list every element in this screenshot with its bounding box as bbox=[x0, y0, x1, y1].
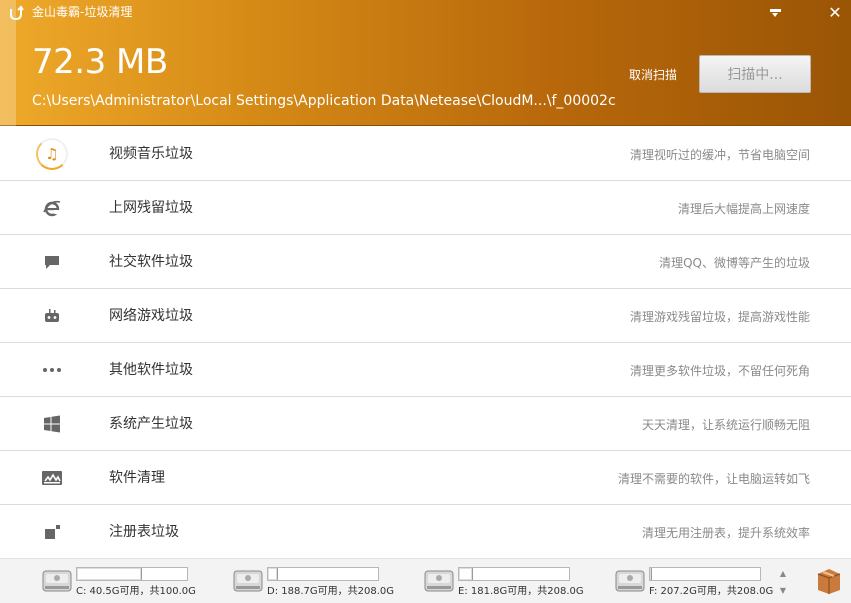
game-controller-icon bbox=[36, 300, 68, 332]
category-row-internet[interactable]: 上网残留垃圾 清理后大幅提高上网速度 bbox=[0, 181, 851, 235]
category-desc: 清理不需要的软件，让电脑运转如飞 bbox=[617, 472, 810, 486]
internet-explorer-icon bbox=[36, 192, 68, 224]
category-title: 注册表垃圾 bbox=[109, 524, 179, 540]
category-list: ♫ 视频音乐垃圾 清理视听过的缓冲，节省电脑空间 上网残留垃圾 清理后大幅提高上… bbox=[0, 127, 851, 559]
cancel-scan-link[interactable]: 取消扫描 bbox=[629, 67, 677, 83]
drive-usage-bar bbox=[458, 567, 570, 581]
drive-usage-fill bbox=[268, 568, 278, 580]
drive-status-bar: C: 40.5G可用，共100.0G D: 188.7G可用，共208.0G E… bbox=[0, 558, 851, 603]
category-desc: 清理游戏残留垃圾，提高游戏性能 bbox=[629, 310, 810, 324]
category-row-social[interactable]: 社交软件垃圾 清理QQ、微博等产生的垃圾 bbox=[0, 235, 851, 289]
category-title: 视频音乐垃圾 bbox=[109, 146, 193, 162]
scan-path: C:\Users\Administrator\Local Settings\Ap… bbox=[32, 93, 616, 109]
category-desc: 清理QQ、微博等产生的垃圾 bbox=[659, 256, 810, 270]
drive-usage-bar bbox=[649, 567, 761, 581]
category-row-software[interactable]: 软件清理 清理不需要的软件，让电脑运转如飞 bbox=[0, 451, 851, 505]
scanning-button[interactable]: 扫描中... bbox=[699, 55, 811, 93]
drive-scroll[interactable]: ▲ ▼ bbox=[777, 569, 789, 595]
header-banner: 金山毒霸-垃圾清理 ✕ 72.3 MB C:\Users\Administrat… bbox=[0, 0, 851, 126]
minimize-icon bbox=[769, 9, 781, 17]
category-row-games[interactable]: 网络游戏垃圾 清理游戏残留垃圾，提高游戏性能 bbox=[0, 289, 851, 343]
category-row-system[interactable]: 系统产生垃圾 天天清理，让系统运行顺畅无阻 bbox=[0, 397, 851, 451]
window-title: 金山毒霸-垃圾清理 bbox=[32, 5, 133, 19]
category-row-other[interactable]: 其他软件垃圾 清理更多软件垃圾，不留任何死角 bbox=[0, 343, 851, 397]
category-row-video-music[interactable]: ♫ 视频音乐垃圾 清理视听过的缓冲，节省电脑空间 bbox=[0, 127, 851, 181]
scroll-down-icon[interactable]: ▼ bbox=[780, 586, 786, 595]
drive-usage-fill bbox=[77, 568, 142, 580]
software-icon bbox=[36, 462, 68, 494]
drive-label: E: 181.8G可用，共208.0G bbox=[458, 586, 584, 597]
scroll-up-icon[interactable]: ▲ bbox=[780, 569, 786, 578]
chat-bubble-icon bbox=[36, 246, 68, 278]
category-title: 系统产生垃圾 bbox=[109, 416, 193, 432]
category-desc: 清理后大幅提高上网速度 bbox=[677, 202, 810, 216]
close-icon: ✕ bbox=[828, 3, 842, 22]
drive-usage-fill bbox=[459, 568, 473, 580]
drive-label: D: 188.7G可用，共208.0G bbox=[267, 586, 395, 597]
category-desc: 清理无用注册表，提升系统效率 bbox=[641, 526, 810, 540]
more-dots-icon bbox=[36, 354, 68, 386]
hard-drive-icon bbox=[42, 570, 72, 592]
category-desc: 清理更多软件垃圾，不留任何死角 bbox=[629, 364, 810, 378]
drive-label: C: 40.5G可用，共100.0G bbox=[76, 586, 196, 597]
category-row-registry[interactable]: 注册表垃圾 清理无用注册表，提升系统效率 bbox=[0, 505, 851, 559]
category-title: 网络游戏垃圾 bbox=[109, 308, 193, 324]
music-note-icon: ♫ bbox=[36, 138, 68, 170]
hard-drive-icon bbox=[424, 570, 454, 592]
close-button[interactable]: ✕ bbox=[823, 2, 847, 24]
drive-label: F: 207.2G可用，共208.0G bbox=[649, 586, 774, 597]
category-desc: 天天清理，让系统运行顺畅无阻 bbox=[641, 418, 810, 432]
category-title: 软件清理 bbox=[109, 470, 165, 486]
registry-icon bbox=[36, 516, 68, 548]
drive-usage-bar bbox=[267, 567, 379, 581]
junk-size: 72.3 MB bbox=[32, 42, 168, 82]
app-logo-icon bbox=[8, 5, 24, 21]
category-title: 社交软件垃圾 bbox=[109, 254, 193, 270]
category-title: 上网残留垃圾 bbox=[109, 200, 193, 216]
drive-usage-fill bbox=[650, 568, 652, 580]
toolbox-icon[interactable] bbox=[815, 565, 843, 595]
category-desc: 清理视听过的缓冲，节省电脑空间 bbox=[629, 148, 810, 162]
drive-usage-bar bbox=[76, 567, 188, 581]
hard-drive-icon bbox=[233, 570, 263, 592]
hard-drive-icon bbox=[615, 570, 645, 592]
windows-logo-icon bbox=[36, 408, 68, 440]
category-title: 其他软件垃圾 bbox=[109, 362, 193, 378]
minimize-button[interactable] bbox=[763, 2, 787, 24]
